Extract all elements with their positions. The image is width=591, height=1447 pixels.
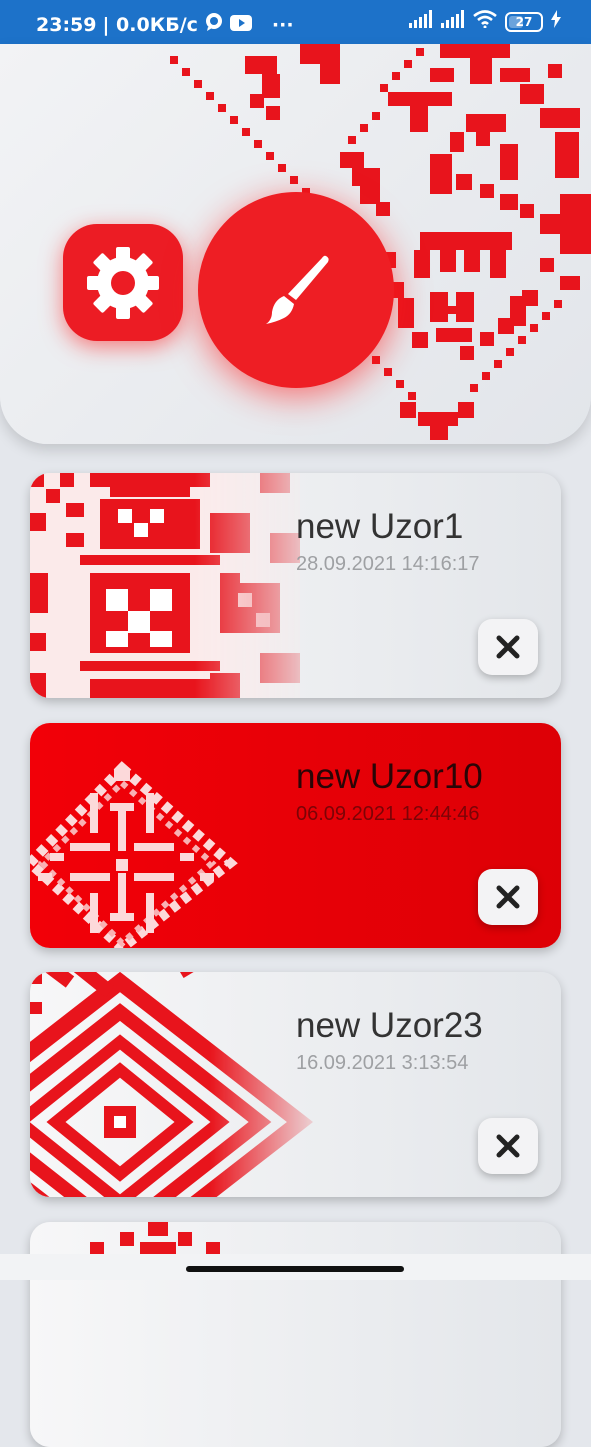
battery-icon: 27 — [505, 11, 543, 32]
signal-icon — [409, 10, 433, 33]
delete-button[interactable] — [478, 1118, 538, 1174]
pattern-card[interactable]: new Uzor23 16.09.2021 3:13:54 — [30, 972, 561, 1197]
youtube-icon — [229, 14, 252, 36]
pattern-card-selected[interactable]: new Uzor10 06.09.2021 12:44:46 — [30, 723, 561, 948]
pattern-date: 28.09.2021 14:16:17 — [296, 553, 480, 575]
pattern-thumbnail — [30, 761, 238, 948]
chat-bubble-icon — [204, 12, 224, 37]
status-network-speed: | 0.0КБ/с — [102, 13, 198, 36]
close-icon — [496, 885, 520, 909]
signal-icon — [441, 10, 465, 33]
gear-icon — [87, 246, 159, 319]
pattern-thumbnail — [30, 972, 314, 1197]
header-panel — [0, 44, 591, 444]
pattern-date: 16.09.2021 3:13:54 — [296, 1052, 469, 1074]
pattern-card[interactable]: new Uzor1 28.09.2021 14:16:17 — [30, 473, 561, 698]
settings-button[interactable] — [63, 224, 183, 341]
pattern-title: new Uzor23 — [296, 1006, 483, 1045]
paint-button[interactable] — [198, 192, 394, 388]
pattern-thumbnail — [30, 473, 300, 698]
pattern-date: 06.09.2021 12:44:46 — [296, 803, 480, 825]
pattern-title: new Uzor1 — [296, 507, 464, 546]
delete-button[interactable] — [478, 619, 538, 675]
pattern-title: new Uzor10 — [296, 757, 483, 796]
close-icon — [496, 635, 520, 659]
charging-icon — [551, 10, 561, 33]
delete-button[interactable] — [478, 869, 538, 925]
status-time: 23:59 — [36, 13, 97, 36]
paintbrush-icon — [266, 255, 329, 324]
more-icon: ··· — [271, 13, 294, 36]
gesture-handle[interactable] — [186, 1266, 404, 1272]
battery-level: 27 — [515, 14, 533, 29]
wifi-icon — [473, 10, 497, 33]
status-bar: 23:59 | 0.0КБ/с ··· 27 — [0, 0, 591, 44]
close-icon — [496, 1134, 520, 1158]
